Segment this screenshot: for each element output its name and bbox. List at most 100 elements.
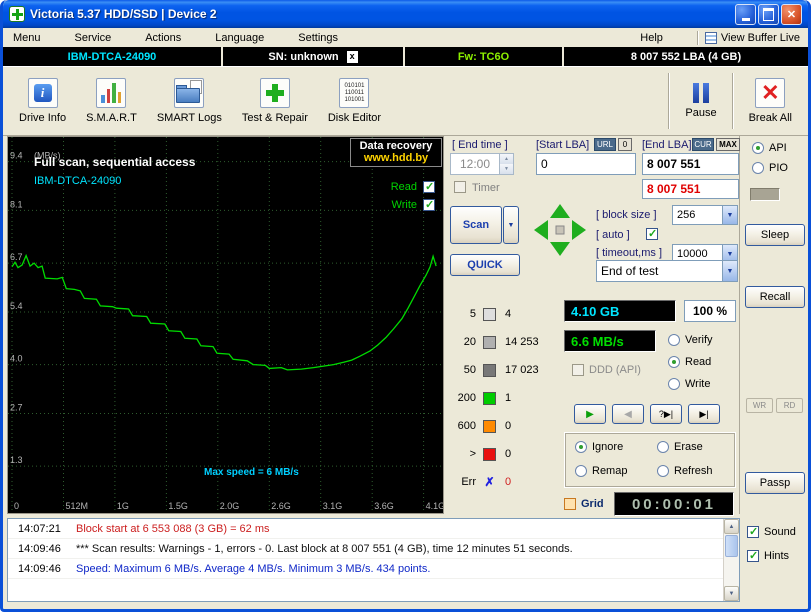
erase-radio[interactable]: Erase — [657, 441, 703, 453]
refresh-radio[interactable]: Refresh — [657, 465, 713, 477]
timer-countdown: 8 007 551 — [642, 179, 739, 199]
svg-text:1.5G: 1.5G — [168, 501, 188, 511]
write-legend-checkbox[interactable] — [423, 198, 435, 211]
serial-close-button[interactable]: x — [346, 50, 358, 63]
checkbox-icon — [572, 364, 584, 376]
watermark-line2: www.hdd.by — [363, 152, 429, 164]
back-icon: ◀ — [624, 408, 632, 420]
start-lba-input[interactable]: 0 — [536, 153, 636, 175]
scroll-down-button[interactable]: ▼ — [724, 586, 739, 601]
smart-logs-button[interactable]: SMART Logs — [147, 71, 232, 131]
minimize-button[interactable] — [735, 3, 756, 25]
read-legend-checkbox[interactable] — [423, 180, 435, 193]
menu-help[interactable]: Help — [634, 30, 669, 46]
titlebar[interactable]: Victoria 5.37 HDD/SSD | Device 2 — [3, 0, 808, 28]
api-radio[interactable]: API — [752, 142, 787, 154]
svg-text:2.0G: 2.0G — [220, 501, 240, 511]
step-back-button[interactable]: ◀ — [612, 404, 644, 424]
latency-swatch — [483, 307, 496, 321]
sleep-button[interactable]: Sleep — [745, 224, 805, 246]
write-legend-label: Write — [391, 199, 417, 211]
verify-radio[interactable]: Verify — [668, 334, 713, 346]
break-all-label: Break All — [748, 112, 792, 124]
log-scrollbar[interactable]: ▲ ▼ — [723, 519, 739, 601]
latency-row-err: Err ✗ 0 — [461, 475, 512, 489]
toolbar: i Drive Info S.M.A.R.T SMART Logs Test &… — [3, 66, 808, 136]
recall-button[interactable]: Recall — [745, 286, 805, 308]
cur-button[interactable]: CUR — [692, 138, 714, 151]
rd-button[interactable]: RD — [776, 398, 803, 413]
write-radio[interactable]: Write — [668, 378, 710, 390]
disk-editor-button[interactable]: 010101 110011 101001 Disk Editor — [318, 71, 391, 131]
menu-language[interactable]: Language — [209, 30, 270, 46]
latency-row-5: 5 4 — [469, 307, 512, 321]
seek-dpad[interactable] — [530, 200, 590, 260]
spin-up-icon[interactable]: ▲ — [500, 154, 513, 164]
start-lba-label: [Start LBA] — [536, 139, 590, 151]
pause-button[interactable]: Pause — [675, 71, 726, 131]
scroll-thumb[interactable] — [725, 535, 738, 557]
read-legend-label: Read — [390, 181, 417, 193]
jump-to-block-button[interactable]: ?▶| — [650, 404, 682, 424]
menu-menu[interactable]: Menu — [7, 30, 47, 46]
graph-legend: Read Write — [390, 180, 435, 211]
radio-icon — [575, 441, 587, 453]
radio-icon — [752, 162, 764, 174]
skip-to-end-button[interactable]: ▶| — [688, 404, 720, 424]
hints-checkbox[interactable]: Hints — [747, 549, 789, 562]
scan-dropdown-button[interactable]: ▼ — [503, 206, 519, 244]
wr-button[interactable]: WR — [746, 398, 773, 413]
drive-info-icon: i — [27, 78, 58, 108]
radio-icon — [657, 441, 669, 453]
zero-lba-button[interactable]: 0 — [618, 138, 632, 151]
close-button[interactable] — [781, 3, 802, 25]
view-buffer-live-button[interactable]: View Buffer Live — [704, 31, 808, 44]
checkbox-icon — [564, 498, 576, 510]
menu-settings[interactable]: Settings — [292, 30, 344, 46]
break-all-button[interactable]: ✕ Break All — [739, 71, 802, 131]
end-of-test-select[interactable]: End of test ▼ — [596, 260, 738, 282]
radio-icon — [668, 356, 680, 368]
chevron-down-icon: ▼ — [507, 221, 515, 229]
checkbox-icon — [747, 549, 759, 562]
pio-radio[interactable]: PIO — [752, 162, 788, 174]
timer-checkbox[interactable] — [454, 181, 466, 193]
auto-checkbox[interactable] — [646, 227, 658, 240]
scan-button[interactable]: Scan — [450, 206, 502, 244]
read-radio[interactable]: Read — [668, 356, 711, 368]
watermark-line1: Data recovery — [359, 140, 433, 152]
spin-down-icon[interactable]: ▼ — [500, 164, 513, 174]
quick-button[interactable]: QUICK — [450, 254, 520, 276]
remap-radio[interactable]: Remap — [575, 465, 627, 477]
max-speed-annotation: Max speed = 6 MB/s — [204, 467, 299, 478]
end-lba-input[interactable]: 8 007 551 — [642, 153, 739, 175]
latency-row-over: > 0 — [469, 447, 512, 461]
menu-service[interactable]: Service — [69, 30, 118, 46]
log-row: 14:09:46 *** Scan results: Warnings - 1,… — [8, 539, 739, 559]
smart-button[interactable]: S.M.A.R.T — [76, 71, 147, 131]
scroll-up-button[interactable]: ▲ — [724, 519, 739, 534]
end-lba-label: [End LBA] — [642, 139, 692, 151]
smart-icon — [96, 78, 127, 108]
start-scan-button[interactable]: ▶ — [574, 404, 606, 424]
url-button[interactable]: URL — [594, 138, 616, 151]
graph-title: Full scan, sequential access — [34, 155, 196, 169]
error-x-icon: ✗ — [484, 475, 495, 489]
ddd-api-checkbox[interactable]: DDD (API) — [572, 364, 641, 376]
drive-info-button[interactable]: i Drive Info — [9, 71, 76, 131]
controls-panel: [ End time ] [Start LBA] URL 0 [End LBA]… — [446, 136, 740, 516]
menu-actions[interactable]: Actions — [139, 30, 187, 46]
sound-checkbox[interactable]: Sound — [747, 525, 796, 538]
grid-checkbox[interactable]: Grid — [564, 498, 604, 510]
auto-label: [ auto ] — [596, 229, 630, 241]
passp-button[interactable]: Passp — [745, 472, 805, 494]
svg-text:6.7: 6.7 — [10, 252, 23, 262]
ignore-radio[interactable]: Ignore — [575, 441, 623, 453]
end-time-spinner[interactable]: 12:00 ▲ ▼ — [450, 153, 514, 175]
disk-editor-label: Disk Editor — [327, 112, 382, 124]
test-repair-button[interactable]: Test & Repair — [232, 71, 318, 131]
block-size-select[interactable]: 256 ▼ — [672, 205, 738, 225]
svg-text:2.7: 2.7 — [10, 403, 23, 413]
max-button[interactable]: MAX — [716, 138, 740, 151]
maximize-button[interactable] — [758, 3, 779, 25]
